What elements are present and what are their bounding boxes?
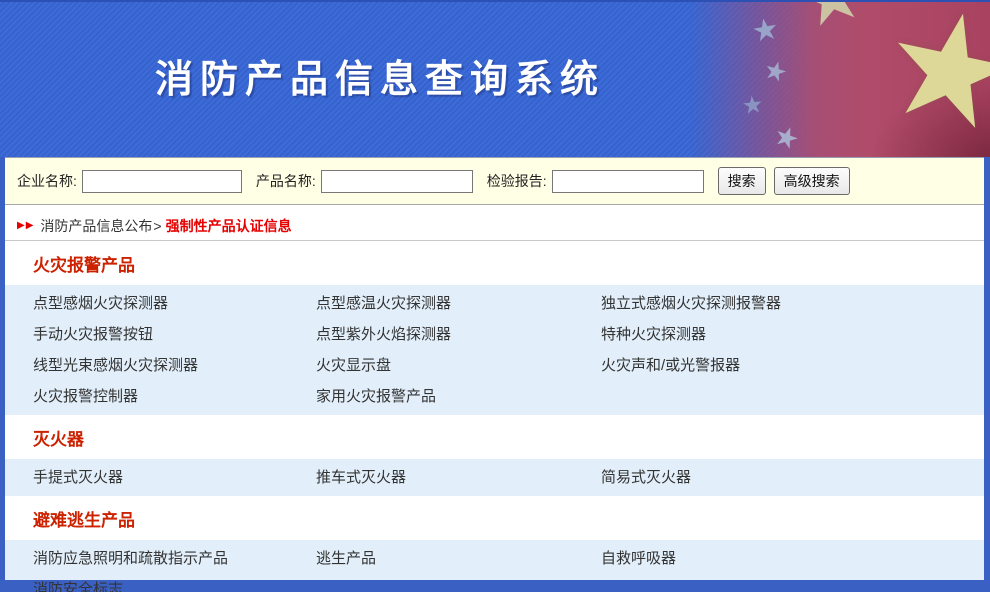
product-link[interactable]: 简易式灭火器 [601,462,984,493]
company-name-label: 企业名称: [17,173,77,189]
search-bar: 企业名称: 产品名称: 检验报告: 搜索 高级搜索 [5,157,984,205]
link-row: 线型光束感烟火灾探测器 火灾显示盘 火灾声和/或光警报器 [5,350,984,381]
page-title: 消防产品信息查询系统 [154,59,605,101]
product-link[interactable]: 消防安全标志 [33,574,316,592]
advanced-search-button[interactable]: 高级搜索 [773,167,850,195]
link-row: 消防安全标志 [5,574,984,592]
link-row: 火灾报警控制器 家用火灾报警产品 [5,381,984,412]
product-link [601,381,984,412]
product-link[interactable]: 独立式感烟火灾探测报警器 [601,288,984,319]
product-sections: 火灾报警产品 点型感烟火灾探测器 点型感温火灾探测器 独立式感烟火灾探测报警器 手动火灾… [5,241,984,592]
product-link[interactable]: 推车式灭火器 [316,462,601,493]
product-link[interactable]: 手提式灭火器 [33,462,316,493]
product-section: 避难逃生产品 消防应急照明和疏散指示产品 逃生产品 自救呼吸器 消防安全标志 [5,496,984,592]
content-frame: 企业名称: 产品名称: 检验报告: 搜索 高级搜索 ▶▶ 消防产品信息公布 > … [0,157,990,592]
link-row: 手提式灭火器 推车式灭火器 简易式灭火器 [5,462,984,493]
product-link[interactable]: 消防应急照明和疏散指示产品 [33,543,316,574]
product-name-input[interactable] [320,169,473,193]
product-link[interactable]: 家用火灾报警产品 [316,381,601,412]
product-link[interactable]: 点型紫外火焰探测器 [316,319,601,350]
product-link[interactable]: 火灾报警控制器 [33,381,316,412]
breadcrumb: ▶▶ 消防产品信息公布 > 强制性产品认证信息 [5,211,984,241]
product-link[interactable]: 点型感温火灾探测器 [316,288,601,319]
product-link[interactable]: 自救呼吸器 [601,543,984,574]
inspection-report-input[interactable] [551,169,704,193]
breadcrumb-separator: > [153,217,162,234]
product-link [316,574,601,592]
link-row: 点型感烟火灾探测器 点型感温火灾探测器 独立式感烟火灾探测报警器 [5,288,984,319]
inspection-report-label: 检验报告: [486,173,547,189]
company-name-input[interactable] [81,169,242,193]
flag-small-star-icon: ★ [749,11,782,50]
product-link[interactable]: 线型光束感烟火灾探测器 [33,350,316,381]
product-link[interactable]: 特种火灾探测器 [601,319,984,350]
product-link[interactable]: 手动火灾报警按钮 [33,319,316,350]
product-link[interactable]: 点型感烟火灾探测器 [33,288,316,319]
breadcrumb-root-link[interactable]: 消防产品信息公布 [40,216,152,236]
product-link [601,574,984,592]
link-row: 消防应急照明和疏散指示产品 逃生产品 自救呼吸器 [5,543,984,574]
link-row: 手动火灾报警按钮 点型紫外火焰探测器 特种火灾探测器 [5,319,984,350]
breadcrumb-current: 强制性产品认证信息 [165,217,292,234]
section-link-block: 消防应急照明和疏散指示产品 逃生产品 自救呼吸器 消防安全标志 [5,540,984,592]
page: 消防产品信息查询系统 ★ ★ ★ ★ ★ ★ 企业名称: 产品名称: 检验报告:… [0,0,990,592]
search-button[interactable]: 搜索 [717,167,766,195]
header-banner: 消防产品信息查询系统 ★ ★ ★ ★ ★ ★ [0,0,990,157]
section-title: 避难逃生产品 [5,496,984,540]
section-title: 灭火器 [5,415,984,459]
product-link[interactable]: 火灾显示盘 [316,350,601,381]
china-flag-image: ★ ★ ★ ★ ★ ★ [690,2,990,157]
flag-small-star-icon: ★ [740,90,765,121]
product-name-label: 产品名称: [255,173,316,189]
breadcrumb-arrows-icon: ▶▶ [17,220,35,231]
product-section: 灭火器 手提式灭火器 推车式灭火器 简易式灭火器 [5,415,984,496]
product-link[interactable]: 火灾声和/或光警报器 [601,350,984,381]
section-link-block: 手提式灭火器 推车式灭火器 简易式灭火器 [5,459,984,496]
section-title: 火灾报警产品 [5,241,984,285]
product-link[interactable]: 逃生产品 [316,543,601,574]
product-section: 火灾报警产品 点型感烟火灾探测器 点型感温火灾探测器 独立式感烟火灾探测报警器 手动火灾… [5,241,984,415]
section-link-block: 点型感烟火灾探测器 点型感温火灾探测器 独立式感烟火灾探测报警器 手动火灾报警按钮 点型… [5,285,984,415]
